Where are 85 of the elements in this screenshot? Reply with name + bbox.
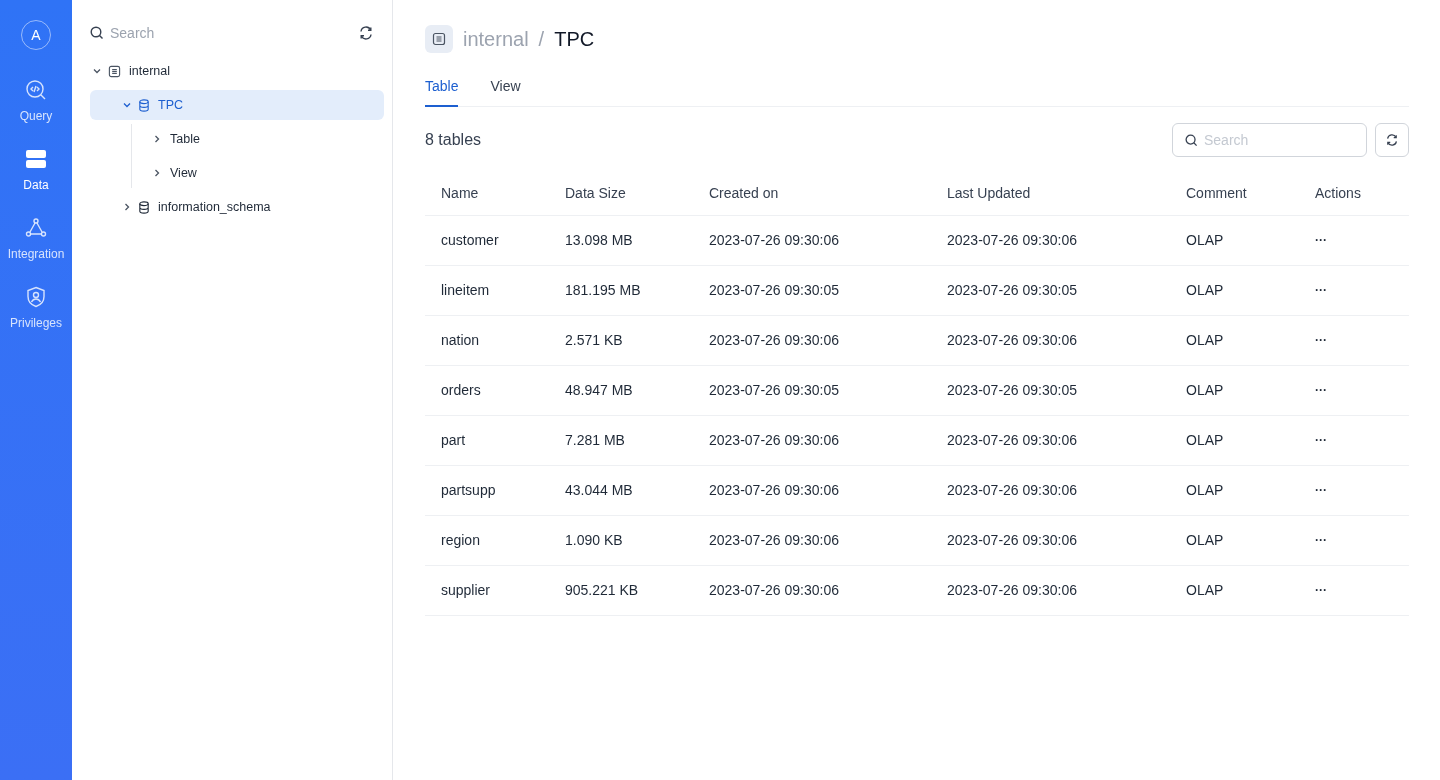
database-icon (138, 200, 150, 214)
search-icon (90, 26, 104, 40)
tab[interactable]: View (490, 76, 521, 107)
catalog-icon (425, 25, 453, 53)
table-cell: OLAP (1170, 515, 1299, 565)
table-cell: nation (425, 315, 549, 365)
table-count: 8 tables (425, 130, 482, 150)
table-cell: 2023-07-26 09:30:05 (693, 365, 931, 415)
more-actions-button[interactable]: ··· (1299, 315, 1409, 365)
nav-item[interactable]: Data (23, 148, 49, 194)
catalog-icon (108, 64, 121, 78)
table-cell: 2.571 KB (549, 315, 693, 365)
more-actions-button[interactable]: ··· (1299, 515, 1409, 565)
table-cell: OLAP (1170, 565, 1299, 615)
table-cell: 181.195 MB (549, 265, 693, 315)
more-actions-button[interactable]: ··· (1299, 365, 1409, 415)
table-cell: partsupp (425, 465, 549, 515)
tree-item[interactable]: View (132, 158, 384, 188)
tree-search-field[interactable]: Search (110, 22, 310, 44)
table-cell: 2023-07-26 09:30:06 (693, 215, 931, 265)
nodes-icon (25, 217, 47, 239)
table-cell: OLAP (1170, 215, 1299, 265)
more-actions-button[interactable]: ··· (1299, 265, 1409, 315)
more-actions-button[interactable]: ··· (1299, 465, 1409, 515)
refresh-button[interactable] (1375, 123, 1409, 157)
table-cell: 1.090 KB (549, 515, 693, 565)
tree-item[interactable]: TPC (90, 90, 384, 120)
table-cell: region (425, 515, 549, 565)
table-cell: orders (425, 365, 549, 415)
tree-item[interactable]: internal (90, 56, 384, 86)
refresh-icon (1385, 133, 1399, 147)
breadcrumb-separator: / (538, 27, 545, 52)
table-cell: supplier (425, 565, 549, 615)
chevron-down-icon[interactable] (122, 100, 132, 110)
more-actions-button[interactable]: ··· (1299, 415, 1409, 465)
shield-user-icon (25, 286, 47, 308)
column-header: Actions (1299, 173, 1409, 215)
table-cell: 2023-07-26 09:30:06 (931, 565, 1170, 615)
tree-item[interactable]: Table (132, 124, 384, 154)
chevron-right-icon[interactable] (152, 168, 162, 178)
server-icon (25, 148, 47, 170)
table-cell: 43.044 MB (549, 465, 693, 515)
database-icon (138, 98, 150, 112)
chevron-right-icon[interactable] (122, 202, 132, 212)
more-actions-button[interactable]: ··· (1299, 565, 1409, 615)
table-cell: OLAP (1170, 365, 1299, 415)
table-cell: OLAP (1170, 465, 1299, 515)
table-cell: part (425, 415, 549, 465)
table-cell: OLAP (1170, 265, 1299, 315)
column-header: Data Size (549, 173, 693, 215)
table-cell: 2023-07-26 09:30:06 (693, 415, 931, 465)
table-cell: OLAP (1170, 415, 1299, 465)
table-cell: 2023-07-26 09:30:05 (931, 365, 1170, 415)
table-cell: 2023-07-26 09:30:05 (931, 265, 1170, 315)
column-header: Created on (693, 173, 931, 215)
table-cell: 2023-07-26 09:30:06 (931, 465, 1170, 515)
table-cell: 2023-07-26 09:30:06 (693, 565, 931, 615)
table-cell: OLAP (1170, 315, 1299, 365)
column-header: Name (425, 173, 549, 215)
search-icon (1185, 134, 1198, 147)
table-cell: 2023-07-26 09:30:06 (931, 315, 1170, 365)
table-cell: 13.098 MB (549, 215, 693, 265)
table-cell: 2023-07-26 09:30:06 (693, 315, 931, 365)
table-cell: 2023-07-26 09:30:05 (693, 265, 931, 315)
table-cell: 2023-07-26 09:30:06 (931, 215, 1170, 265)
table-search-field[interactable]: Search (1172, 123, 1367, 157)
table-cell: customer (425, 215, 549, 265)
table-cell: 2023-07-26 09:30:06 (693, 515, 931, 565)
chevron-down-icon[interactable] (92, 66, 102, 76)
table-cell: 2023-07-26 09:30:06 (931, 515, 1170, 565)
more-actions-button[interactable]: ··· (1299, 215, 1409, 265)
tab[interactable]: Table (425, 76, 459, 107)
column-header: Last Updated (931, 173, 1170, 215)
breadcrumb-item: TPC (554, 27, 595, 52)
table-cell: 2023-07-26 09:30:06 (693, 465, 931, 515)
table-cell: 7.281 MB (549, 415, 693, 465)
column-header: Comment (1170, 173, 1299, 215)
table-cell: 2023-07-26 09:30:06 (931, 415, 1170, 465)
code-search-icon (25, 79, 47, 101)
table-cell: lineitem (425, 265, 549, 315)
tree-item[interactable]: information_schema (90, 192, 384, 222)
chevron-right-icon[interactable] (152, 134, 162, 144)
table-cell: 48.947 MB (549, 365, 693, 415)
refresh-icon[interactable] (358, 25, 374, 41)
table-cell: 905.221 KB (549, 565, 693, 615)
